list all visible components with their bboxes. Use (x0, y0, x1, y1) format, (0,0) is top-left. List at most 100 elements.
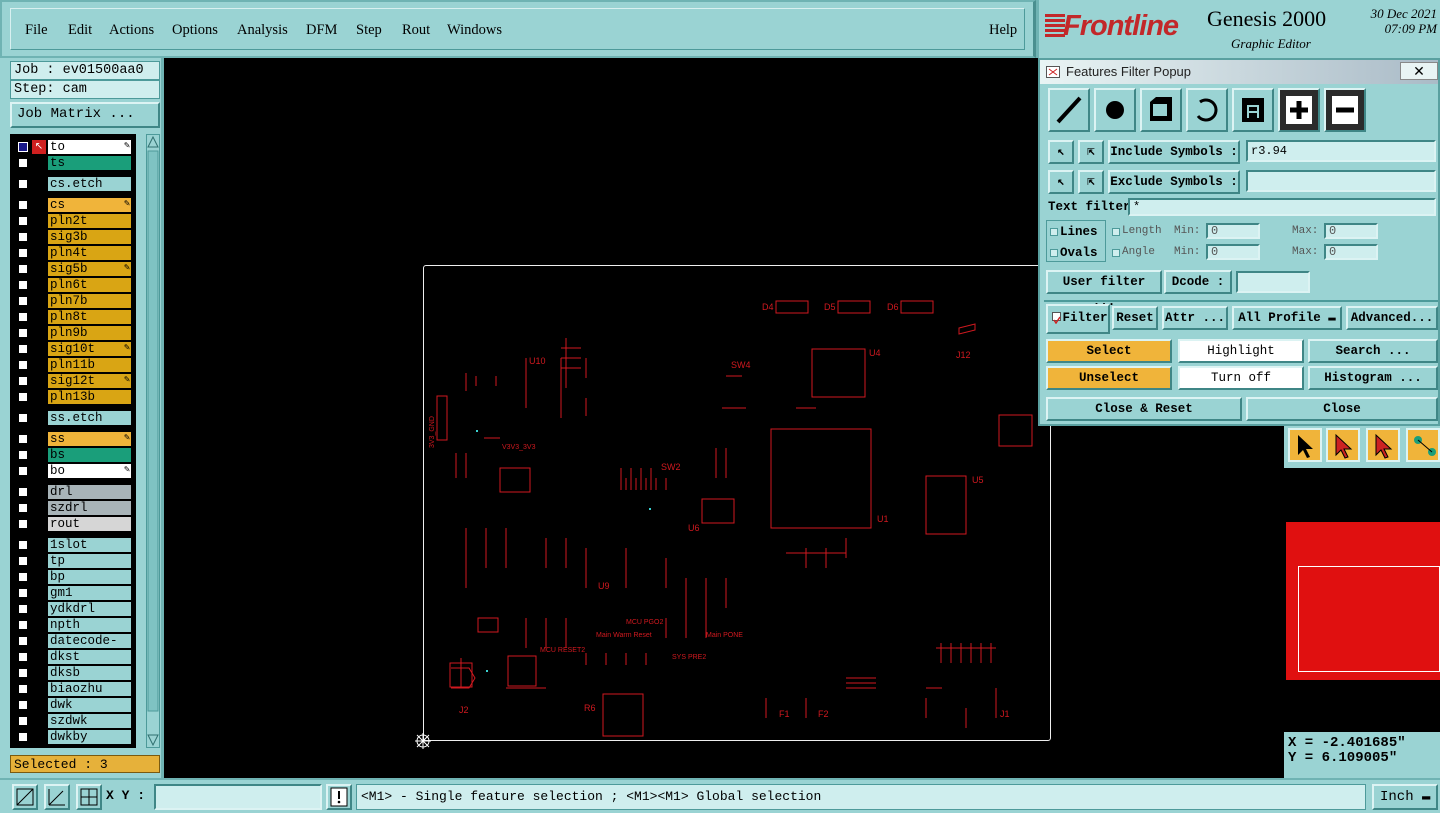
xy-input[interactable] (154, 784, 322, 810)
layer-row[interactable]: szdwk (10, 714, 136, 728)
surface-tool-icon[interactable] (1140, 88, 1182, 132)
layer-row[interactable]: sig5b ✎ (10, 262, 136, 276)
layer-row[interactable]: datecode-bs (10, 634, 136, 662)
layer-row[interactable]: pln4t (10, 246, 136, 260)
layer-row[interactable]: pln9b (10, 326, 136, 340)
include-symbols-input[interactable]: r3.94 (1246, 140, 1436, 162)
plus-icon[interactable] (1278, 88, 1320, 132)
layer-row[interactable]: ss.etch (10, 411, 136, 425)
grid-icon[interactable] (76, 784, 102, 810)
search-button[interactable]: Search ... (1308, 339, 1438, 363)
layer-row[interactable]: dwkby (10, 730, 136, 744)
lines-checkbox[interactable] (1050, 228, 1058, 236)
layer-checkbox[interactable] (18, 684, 28, 694)
close-reset-button[interactable]: Close & Reset (1046, 397, 1242, 421)
layer-checkbox[interactable] (18, 413, 28, 423)
layer-row[interactable]: pln7b (10, 294, 136, 308)
close-icon[interactable]: ✕ (1400, 62, 1438, 80)
layer-row[interactable]: tp (10, 554, 136, 568)
reset-button[interactable]: Reset (1112, 306, 1158, 330)
attr-button[interactable]: Attr ... (1162, 306, 1228, 330)
layer-checkbox[interactable] (18, 716, 28, 726)
layer-row[interactable]: ydkdrl (10, 602, 136, 616)
layer-checkbox[interactable] (18, 700, 28, 710)
include-symbols-button[interactable]: Include Symbols : (1108, 140, 1240, 164)
layer-checkbox[interactable] (18, 248, 28, 258)
layer-checkbox[interactable] (18, 434, 28, 444)
angle-max-input[interactable]: 0 (1324, 244, 1378, 260)
layer-row[interactable]: pln6t (10, 278, 136, 292)
zoom-fit-icon[interactable] (12, 784, 38, 810)
layer-row[interactable]: npth (10, 618, 136, 632)
length-min-input[interactable]: 0 (1206, 223, 1260, 239)
length-max-input[interactable]: 0 (1324, 223, 1378, 239)
layer-row[interactable]: bs (10, 448, 136, 462)
text-filter-input[interactable]: * (1128, 198, 1436, 216)
layer-checkbox[interactable] (18, 280, 28, 290)
menu-dfm[interactable]: DFM (306, 22, 337, 39)
exclude-symbols-button[interactable]: Exclude Symbols : (1108, 170, 1240, 194)
include-popup-icon[interactable]: ⇱ (1078, 140, 1104, 164)
menu-options[interactable]: Options (172, 22, 218, 39)
layer-checkbox[interactable] (18, 604, 28, 614)
layer-row[interactable]: dksb (10, 666, 136, 680)
menu-help[interactable]: Help (989, 22, 1017, 39)
include-arrow-icon[interactable]: ↖ (1048, 140, 1074, 164)
layer-checkbox[interactable] (18, 540, 28, 550)
layer-row[interactable]: bp (10, 570, 136, 584)
pointer-tool-icon[interactable] (1288, 428, 1322, 462)
layer-row[interactable]: sig12t ✎ (10, 374, 136, 388)
layer-checkbox[interactable] (18, 296, 28, 306)
turn-off-button[interactable]: Turn off (1178, 366, 1304, 390)
layer-row[interactable]: sig3b (10, 230, 136, 244)
layer-checkbox[interactable] (18, 556, 28, 566)
layer-checkbox[interactable] (18, 572, 28, 582)
angle-checkbox[interactable] (1112, 249, 1120, 257)
length-checkbox[interactable] (1112, 228, 1120, 236)
advanced-button[interactable]: Advanced... (1346, 306, 1438, 330)
layer-checkbox[interactable] (18, 200, 28, 210)
layer-row[interactable]: rout (10, 517, 136, 531)
user-filter-button[interactable]: User filter ... (1046, 270, 1162, 309)
layer-checkbox[interactable] (18, 392, 28, 402)
minus-icon[interactable] (1324, 88, 1366, 132)
histogram-button[interactable]: Histogram ... (1308, 366, 1438, 390)
layer-row[interactable]: gm1 (10, 586, 136, 600)
layer-row[interactable]: sig10t ✎ (10, 342, 136, 356)
layer-checkbox[interactable] (18, 142, 28, 152)
all-profile-dropdown[interactable]: All Profile ▬ (1232, 306, 1342, 330)
layer-row[interactable]: cs.etch (10, 177, 136, 191)
select-tool-icon[interactable] (1326, 428, 1360, 462)
ovals-checkbox[interactable] (1050, 249, 1058, 257)
layer-checkbox[interactable] (18, 519, 28, 529)
layer-checkbox[interactable] (18, 588, 28, 598)
layer-checkbox[interactable] (18, 636, 28, 646)
menu-analysis[interactable]: Analysis (237, 22, 288, 39)
arc-tool-icon[interactable] (1186, 88, 1228, 132)
layer-checkbox[interactable] (18, 216, 28, 226)
exclude-arrow-icon[interactable]: ↖ (1048, 170, 1074, 194)
layer-row[interactable]: bo ✎ (10, 464, 136, 478)
layer-row[interactable]: szdrl (10, 501, 136, 515)
job-matrix-button[interactable]: Job Matrix ... (10, 102, 160, 128)
layer-row[interactable]: ss ✎ (10, 432, 136, 446)
highlight-button[interactable]: Highlight (1178, 339, 1304, 363)
graphic-canvas[interactable]: U10 SW4 U4 J12 U5 U1 U6 SW2 U9 J2 R6 F1 … (166, 58, 1036, 778)
select-button[interactable]: Select (1046, 339, 1172, 363)
close-button[interactable]: Close (1246, 397, 1438, 421)
menu-windows[interactable]: Windows (447, 22, 502, 39)
layer-row[interactable]: pln8t (10, 310, 136, 324)
layer-scrollbar[interactable] (146, 134, 160, 748)
overview-viewport[interactable] (1298, 566, 1440, 672)
units-dropdown[interactable]: Inch ▬ (1372, 784, 1438, 810)
layer-checkbox[interactable] (18, 158, 28, 168)
layer-checkbox[interactable] (18, 668, 28, 678)
layer-checkbox[interactable] (18, 312, 28, 322)
dcode-input[interactable] (1236, 271, 1310, 293)
layer-checkbox[interactable] (18, 450, 28, 460)
layer-row[interactable]: dwk (10, 698, 136, 712)
layer-row[interactable]: ts (10, 156, 136, 170)
layer-checkbox[interactable] (18, 179, 28, 189)
angle-min-input[interactable]: 0 (1206, 244, 1260, 260)
layer-row[interactable]: 1slot (10, 538, 136, 552)
